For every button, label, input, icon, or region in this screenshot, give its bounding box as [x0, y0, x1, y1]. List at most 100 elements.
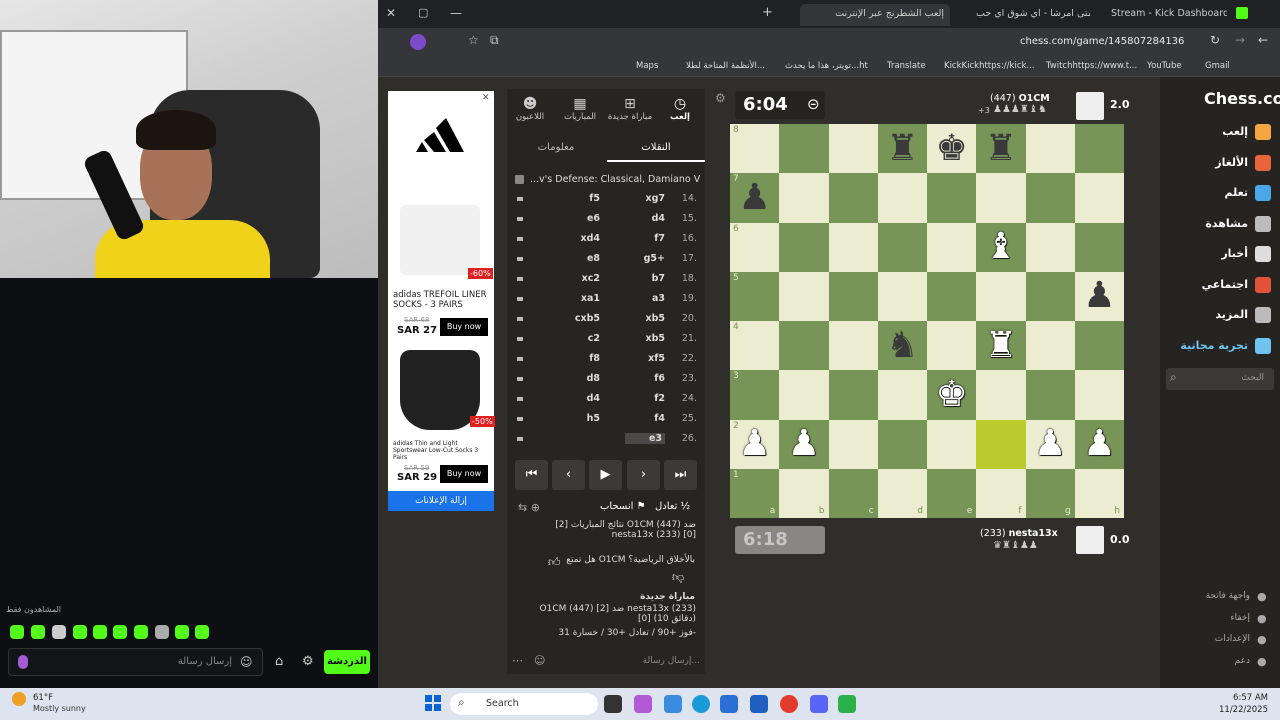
emote-icon[interactable]	[155, 625, 169, 639]
remove-ads-button[interactable]: إزالة الإعلانات	[388, 491, 494, 511]
white-move[interactable]: xg7	[625, 193, 665, 204]
board-square[interactable]	[1074, 124, 1124, 174]
black-pawn-piece[interactable]: ♟	[1083, 278, 1115, 314]
search-input[interactable]: البحث	[1166, 368, 1274, 390]
white-move[interactable]: b7	[625, 273, 665, 284]
board-square[interactable]	[877, 222, 927, 272]
white-move[interactable]: xb5	[625, 333, 665, 344]
board-square[interactable]: f	[976, 468, 1026, 518]
top-avatar[interactable]	[1076, 92, 1104, 120]
board-square[interactable]: 6	[730, 222, 780, 272]
board-square[interactable]	[1074, 321, 1124, 371]
sidebar-item[interactable]: تجربة مجانية	[1170, 339, 1248, 352]
black-rook-piece[interactable]: ♜	[985, 130, 1017, 167]
board-square[interactable]: d	[877, 468, 927, 518]
black-move[interactable]: f8	[565, 353, 600, 364]
emote-icon[interactable]	[73, 625, 87, 639]
board-square[interactable]: 5	[730, 271, 780, 321]
board-square[interactable]	[1074, 370, 1124, 420]
close-icon[interactable]: ✕	[386, 6, 396, 20]
draw-button[interactable]: تعادل ½	[655, 501, 690, 512]
settings-gear-icon[interactable]: ⚙	[715, 91, 726, 105]
white-bishop-piece[interactable]: ♝	[985, 229, 1017, 265]
bookmark-twitch[interactable]: Twitchhttps://www.t...	[1046, 61, 1137, 71]
board-square[interactable]: ♟	[1074, 419, 1124, 469]
board-square[interactable]	[1025, 370, 1075, 420]
emoji-icon[interactable]: ☺	[534, 654, 545, 667]
board-square[interactable]	[779, 173, 829, 223]
emote-icon[interactable]	[10, 625, 24, 639]
black-move[interactable]: f5	[565, 193, 600, 204]
white-move[interactable]: g5+	[625, 253, 665, 264]
microphone-icon[interactable]	[18, 655, 28, 669]
board-square[interactable]	[927, 222, 977, 272]
board-square[interactable]	[1025, 321, 1075, 371]
back-icon[interactable]: ←	[1258, 33, 1268, 47]
bookmark-translate[interactable]: Translate	[887, 61, 926, 71]
board-square[interactable]	[779, 222, 829, 272]
discord-icon[interactable]	[810, 695, 828, 713]
game-chat-input[interactable]: إرسال رسالة...	[540, 656, 700, 666]
board-square[interactable]	[828, 173, 878, 223]
black-rook-piece[interactable]: ♜	[886, 130, 918, 167]
emoji-icon[interactable]: ☺	[240, 655, 253, 669]
board-square[interactable]: g	[1025, 468, 1075, 518]
board-square[interactable]: ♜	[877, 124, 927, 174]
tab-play[interactable]: ◷ إلعب	[655, 96, 705, 122]
reload-icon[interactable]: ↻	[1210, 33, 1220, 47]
tab-youtube[interactable]: متى امرشا - اي شوق اي حب	[970, 4, 1090, 26]
board-square[interactable]	[828, 321, 878, 371]
board-square[interactable]: ♟	[779, 419, 829, 469]
white-move[interactable]: f4	[625, 413, 665, 424]
tab-players[interactable]: ☻ اللاعبون	[505, 96, 555, 122]
black-move[interactable]: e8	[565, 253, 600, 264]
board-square[interactable]	[976, 419, 1026, 469]
chess-logo[interactable]: Chess.com	[1204, 89, 1280, 108]
bookmark-twitter[interactable]: تويتر، هذا ما يحدث...ht	[785, 61, 868, 71]
white-rook-piece[interactable]: ♜	[985, 327, 1017, 364]
board-square[interactable]	[877, 173, 927, 223]
tab-games[interactable]: ▦ المباريات	[555, 96, 605, 122]
black-move[interactable]: h5	[565, 413, 600, 424]
chat-input[interactable]: إرسال رسالة	[8, 648, 263, 676]
board-square[interactable]	[828, 222, 878, 272]
board-square[interactable]	[927, 271, 977, 321]
white-move[interactable]: f6	[625, 373, 665, 384]
bookmark-systems[interactable]: الأنظمة المتاحة لطلا...	[686, 61, 765, 71]
store-icon[interactable]	[720, 695, 738, 713]
sidebar-item[interactable]: الألغاز	[1170, 156, 1248, 169]
board-square[interactable]: b	[779, 468, 829, 518]
board-square[interactable]: ♚	[927, 124, 977, 174]
black-move[interactable]: d8	[565, 373, 600, 384]
black-move[interactable]: d4	[565, 393, 600, 404]
top-player[interactable]: (447) O1CM	[990, 93, 1050, 104]
black-king-piece[interactable]: ♚	[935, 130, 967, 167]
board-square[interactable]: 7 ♟	[730, 173, 780, 223]
black-move[interactable]: xd4	[565, 233, 600, 244]
board-square[interactable]	[976, 173, 1026, 223]
board-square[interactable]: 2 ♟	[730, 419, 780, 469]
outlook-icon[interactable]	[750, 695, 768, 713]
sidebar-footer-item[interactable]: دعم	[1180, 656, 1250, 666]
board-square[interactable]	[828, 419, 878, 469]
white-move[interactable]: xf5	[625, 353, 665, 364]
board-square[interactable]	[877, 419, 927, 469]
emote-icon[interactable]	[195, 625, 209, 639]
last-move-button[interactable]: ⏭	[664, 460, 697, 490]
board-square[interactable]	[779, 124, 829, 174]
board-square[interactable]	[1074, 173, 1124, 223]
bottom-avatar[interactable]	[1076, 526, 1104, 554]
white-move[interactable]: e3	[625, 433, 665, 444]
tab-kick-dashboard[interactable]: Stream - Kick Dashboard	[1105, 4, 1227, 26]
board-square[interactable]: h	[1074, 468, 1124, 518]
black-move[interactable]: cxb5	[565, 313, 600, 324]
play-button[interactable]: ▶	[589, 460, 622, 490]
emote-icon[interactable]	[31, 625, 45, 639]
board-square[interactable]: 3	[730, 370, 780, 420]
tab-new-game[interactable]: ⊞ مباراة جديدة	[605, 96, 655, 122]
white-pawn-piece[interactable]: ♟	[738, 426, 770, 462]
board-square[interactable]	[828, 370, 878, 420]
sidebar-footer-item[interactable]: إخفاء	[1180, 613, 1250, 623]
edge-icon[interactable]	[692, 695, 710, 713]
new-tab-icon[interactable]: +	[762, 5, 773, 20]
